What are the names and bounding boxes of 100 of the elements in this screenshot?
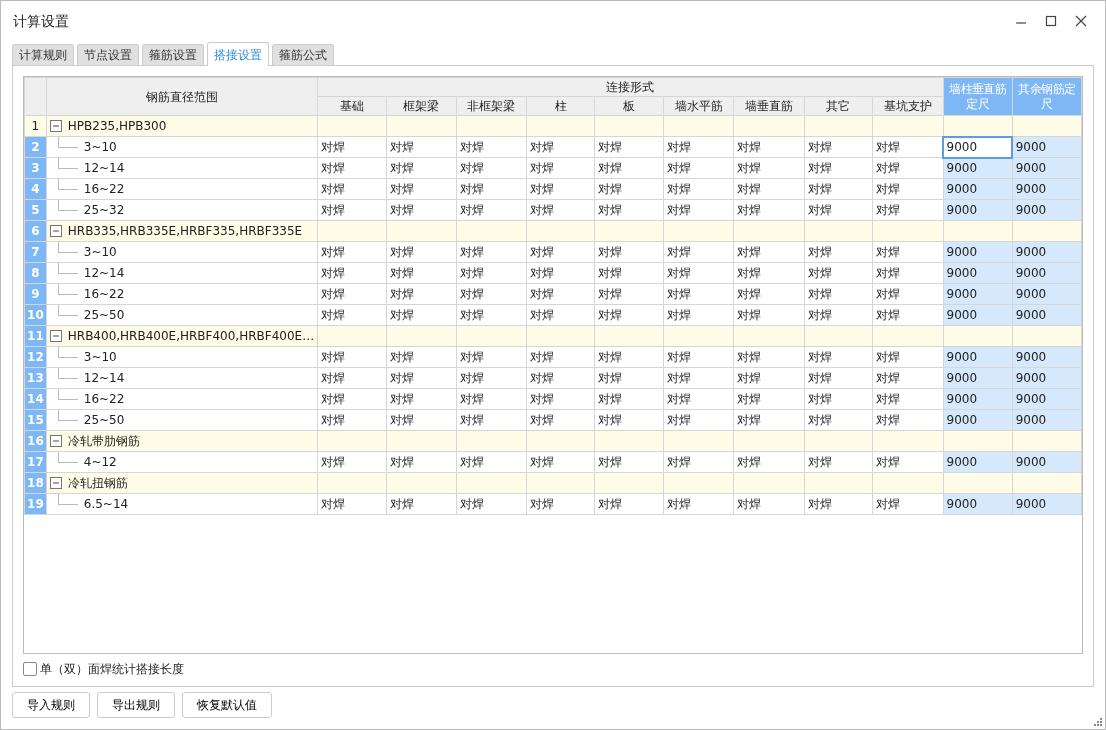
table-cell[interactable]: 对焊 <box>317 136 387 158</box>
row-number[interactable]: 1 <box>24 115 47 137</box>
table-cell[interactable]: 对焊 <box>594 178 664 200</box>
table-cell[interactable]: 对焊 <box>804 262 873 284</box>
table-cell[interactable]: 对焊 <box>872 283 944 305</box>
table-cell[interactable]: 对焊 <box>872 262 944 284</box>
table-cell[interactable]: 对焊 <box>594 241 664 263</box>
table-cell[interactable]: 对焊 <box>804 136 873 158</box>
table-cell[interactable]: 对焊 <box>663 409 734 431</box>
table-cell[interactable]: 对焊 <box>872 409 944 431</box>
collapse-icon[interactable] <box>49 477 62 489</box>
table-cell[interactable]: 对焊 <box>526 178 595 200</box>
table-cell[interactable]: 对焊 <box>733 367 805 389</box>
table-cell[interactable]: 对焊 <box>456 241 527 263</box>
table-cell[interactable]: 对焊 <box>386 367 456 389</box>
table-cell[interactable]: 对焊 <box>386 304 456 326</box>
table-cell[interactable]: 对焊 <box>456 304 527 326</box>
table-cell[interactable]: 对焊 <box>733 388 805 410</box>
action-button[interactable]: 导入规则 <box>12 692 90 718</box>
table-cell[interactable]: 对焊 <box>663 262 734 284</box>
maximize-icon[interactable] <box>1043 13 1059 29</box>
collapse-icon[interactable] <box>49 120 62 132</box>
table-cell[interactable]: 对焊 <box>456 346 527 368</box>
table-cell[interactable]: 对焊 <box>872 199 944 221</box>
table-cell[interactable]: 对焊 <box>663 199 734 221</box>
table-cell[interactable]: 对焊 <box>386 388 456 410</box>
table-cell[interactable]: 对焊 <box>594 157 664 179</box>
table-cell[interactable]: 对焊 <box>594 493 664 515</box>
table-cell[interactable]: 对焊 <box>456 199 527 221</box>
table-cell[interactable]: 对焊 <box>872 178 944 200</box>
table-cell[interactable]: 对焊 <box>456 388 527 410</box>
table-cell[interactable]: 对焊 <box>804 493 873 515</box>
table-cell[interactable]: 对焊 <box>317 493 387 515</box>
table-cell[interactable]: 对焊 <box>733 157 805 179</box>
table-cell[interactable]: 对焊 <box>526 451 595 473</box>
table-cell[interactable]: 对焊 <box>317 409 387 431</box>
action-button[interactable]: 导出规则 <box>97 692 175 718</box>
table-cell[interactable]: 对焊 <box>317 241 387 263</box>
close-icon[interactable] <box>1073 13 1089 29</box>
table-cell[interactable]: 对焊 <box>526 136 595 158</box>
table-cell[interactable]: 对焊 <box>594 304 664 326</box>
action-button[interactable]: 恢复默认值 <box>182 692 272 718</box>
table-cell[interactable]: 对焊 <box>317 178 387 200</box>
table-cell[interactable]: 对焊 <box>594 367 664 389</box>
table-cell[interactable]: 对焊 <box>456 493 527 515</box>
table-cell[interactable]: 对焊 <box>733 178 805 200</box>
table-cell[interactable]: 对焊 <box>317 283 387 305</box>
table-cell[interactable]: 对焊 <box>733 241 805 263</box>
table-cell[interactable]: 对焊 <box>733 409 805 431</box>
table-cell[interactable]: 对焊 <box>594 388 664 410</box>
table-cell[interactable]: 对焊 <box>526 409 595 431</box>
table-cell[interactable]: 对焊 <box>526 199 595 221</box>
table-cell[interactable]: 对焊 <box>386 178 456 200</box>
checkbox-label[interactable]: 单（双）面焊统计搭接长度 <box>40 660 184 678</box>
table-cell[interactable]: 对焊 <box>386 241 456 263</box>
table-cell[interactable]: 对焊 <box>872 367 944 389</box>
table-cell[interactable]: 对焊 <box>526 283 595 305</box>
table-cell[interactable]: 对焊 <box>317 262 387 284</box>
tab[interactable]: 节点设置 <box>77 44 139 65</box>
table-cell[interactable]: 对焊 <box>663 451 734 473</box>
table-cell[interactable]: 对焊 <box>872 346 944 368</box>
table-cell[interactable]: 对焊 <box>386 136 456 158</box>
table-cell[interactable]: 对焊 <box>733 136 805 158</box>
table-cell[interactable]: 对焊 <box>386 157 456 179</box>
table-cell[interactable]: 对焊 <box>663 367 734 389</box>
table-cell[interactable]: 对焊 <box>386 493 456 515</box>
table-cell[interactable]: 对焊 <box>526 493 595 515</box>
table-cell[interactable]: 对焊 <box>663 346 734 368</box>
table-cell[interactable]: 对焊 <box>594 451 664 473</box>
collapse-icon[interactable] <box>49 225 62 237</box>
tab[interactable]: 箍筋公式 <box>272 44 334 65</box>
table-cell[interactable]: 对焊 <box>804 304 873 326</box>
tab[interactable]: 搭接设置 <box>207 42 269 66</box>
table-cell[interactable]: 对焊 <box>804 346 873 368</box>
table-cell[interactable]: 对焊 <box>594 409 664 431</box>
table-cell[interactable]: 对焊 <box>317 388 387 410</box>
collapse-icon[interactable] <box>49 435 62 447</box>
table-cell[interactable]: 对焊 <box>663 388 734 410</box>
table-cell[interactable]: 对焊 <box>456 283 527 305</box>
table-cell[interactable]: 对焊 <box>663 283 734 305</box>
table-cell[interactable]: 对焊 <box>804 409 873 431</box>
table-cell[interactable]: 对焊 <box>526 388 595 410</box>
table-cell[interactable]: 对焊 <box>317 157 387 179</box>
table-cell[interactable]: 对焊 <box>526 346 595 368</box>
table-cell[interactable]: 对焊 <box>594 283 664 305</box>
table-cell[interactable]: 对焊 <box>526 367 595 389</box>
table-cell[interactable]: 对焊 <box>456 157 527 179</box>
table-cell[interactable]: 对焊 <box>804 157 873 179</box>
tab[interactable]: 计算规则 <box>12 44 74 65</box>
table-cell[interactable]: 对焊 <box>804 283 873 305</box>
table-cell[interactable]: 对焊 <box>317 346 387 368</box>
table-cell[interactable]: 对焊 <box>386 409 456 431</box>
table-cell[interactable]: 对焊 <box>456 262 527 284</box>
table-cell[interactable]: 对焊 <box>386 346 456 368</box>
table-cell[interactable]: 对焊 <box>872 241 944 263</box>
table-cell[interactable]: 对焊 <box>526 157 595 179</box>
table-cell[interactable]: 对焊 <box>526 304 595 326</box>
table-cell[interactable]: 对焊 <box>386 262 456 284</box>
table-cell[interactable]: 对焊 <box>456 409 527 431</box>
table-cell[interactable]: 对焊 <box>663 304 734 326</box>
